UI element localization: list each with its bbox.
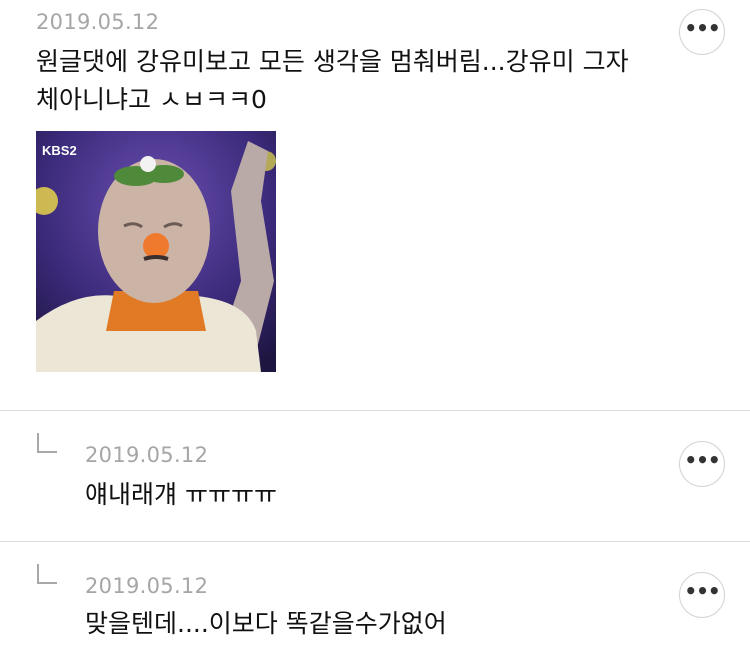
more-options-button[interactable]: •••: [679, 441, 725, 487]
more-dots-icon: •••: [684, 579, 720, 603]
comment-text-line: 체아니냐고 ㅅㅂㅋㅋ0: [36, 85, 267, 114]
comment-date: 2019.05.12: [85, 574, 209, 598]
tv-logo: KBS2: [42, 143, 77, 158]
reply-comment-item: 2019.05.12 ••• 맞을텐데....이보다 똑같을수가없어: [0, 542, 750, 660]
comment-photo[interactable]: KBS2: [36, 131, 276, 372]
reply-arrow-icon: [37, 564, 57, 584]
reply-comment-item: 2019.05.12 ••• 얘내래걔 ㅠㅠㅠㅠ: [0, 411, 750, 541]
comment-text-line: 원글댓에 강유미보고 모든 생각을 멈춰버림...강유미 그자: [36, 47, 629, 76]
more-dots-icon: •••: [684, 448, 720, 472]
comment-item: 2019.05.12 ••• 원글댓에 강유미보고 모든 생각을 멈춰버림...…: [0, 0, 750, 410]
reply-arrow-icon: [37, 433, 57, 453]
more-options-button[interactable]: •••: [679, 9, 725, 55]
comment-text: 얘내래걔 ㅠㅠㅠㅠ: [85, 480, 277, 509]
more-dots-icon: •••: [684, 16, 720, 40]
comment-date: 2019.05.12: [36, 10, 160, 34]
more-options-button[interactable]: •••: [679, 572, 725, 618]
comment-date: 2019.05.12: [85, 443, 209, 467]
photo-image: KBS2: [36, 131, 276, 372]
comment-text: 맞을텐데....이보다 똑같을수가없어: [85, 609, 447, 638]
